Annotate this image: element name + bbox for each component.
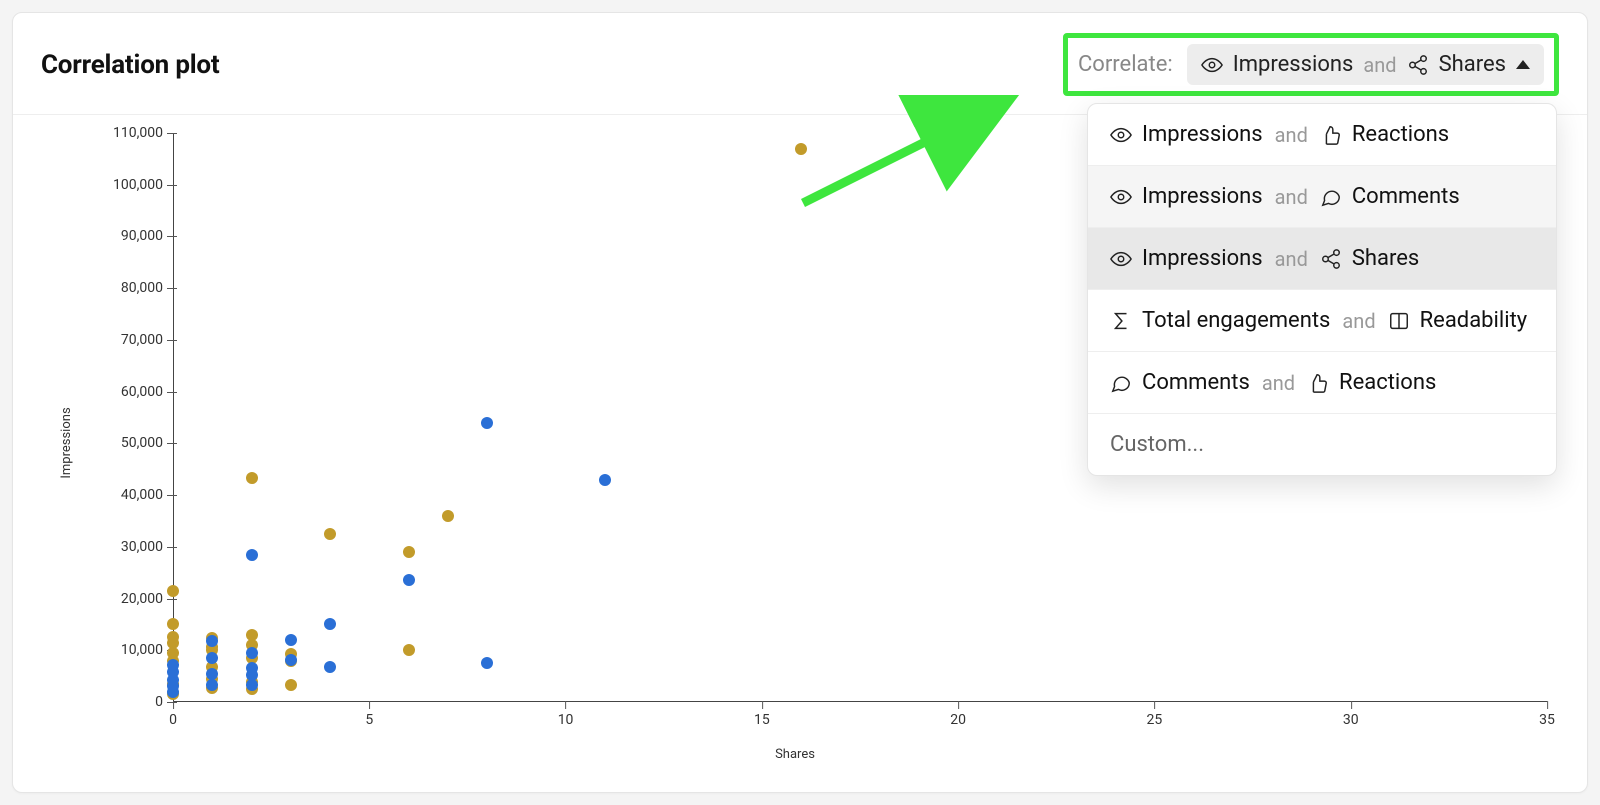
dropdown-option-impressions-comments[interactable]: Impressions and Comments (1088, 166, 1556, 228)
chevron-up-icon (1516, 60, 1530, 69)
selector-label: Correlate: (1078, 52, 1173, 77)
x-tick: 5 (365, 712, 373, 728)
sigma-icon (1110, 310, 1132, 332)
card-header: Correlation plot Correlate: Impressions … (13, 13, 1587, 115)
correlate-selector-highlight: Correlate: Impressions and Shares (1063, 33, 1559, 96)
data-point (167, 647, 179, 659)
data-point (285, 654, 297, 666)
data-point (324, 661, 336, 673)
dropdown-option-engagements-readability[interactable]: Total engagements and Readability (1088, 290, 1556, 352)
x-tick: 30 (1343, 712, 1359, 728)
x-tick: 15 (754, 712, 770, 728)
data-point (246, 549, 258, 561)
data-point (481, 417, 493, 429)
dropdown-option-comments-reactions[interactable]: Comments and Reactions (1088, 352, 1556, 414)
option-label-a: Comments (1142, 370, 1250, 395)
and-text: and (1275, 123, 1308, 147)
y-tick: 60,000 (121, 384, 163, 400)
selected-metric-b: Shares (1439, 52, 1506, 77)
y-tick: 30,000 (121, 539, 163, 555)
y-tick: 20,000 (121, 591, 163, 607)
x-tick: 0 (169, 712, 177, 728)
thumbs-up-icon (1307, 372, 1329, 394)
share-icon (1320, 248, 1342, 270)
data-point (246, 679, 258, 691)
option-label-b: Reactions (1352, 122, 1449, 147)
y-tick: 80,000 (121, 280, 163, 296)
selected-metric-a: Impressions (1233, 52, 1354, 77)
y-tick: 90,000 (121, 228, 163, 244)
data-point (167, 585, 179, 597)
y-axis-label: Impressions (59, 407, 74, 478)
x-axis (173, 701, 1547, 702)
and-text: and (1342, 309, 1375, 333)
comment-icon (1320, 186, 1342, 208)
x-tick: 20 (950, 712, 966, 728)
and-text: and (1275, 185, 1308, 209)
data-point (324, 618, 336, 630)
x-tick: 10 (558, 712, 574, 728)
dropdown-option-impressions-shares[interactable]: Impressions and Shares (1088, 228, 1556, 290)
data-point (246, 647, 258, 659)
data-point (403, 546, 415, 558)
eye-icon (1201, 54, 1223, 76)
data-point (481, 657, 493, 669)
and-text: and (1275, 247, 1308, 271)
x-axis-label: Shares (775, 747, 815, 762)
data-point (795, 143, 807, 155)
option-label-b: Reactions (1339, 370, 1436, 395)
data-point (599, 474, 611, 486)
x-tick: 35 (1539, 712, 1555, 728)
option-label-b: Comments (1352, 184, 1460, 209)
y-tick: 100,000 (113, 177, 163, 193)
data-point (167, 659, 179, 671)
data-point (442, 510, 454, 522)
correlation-card: Correlation plot Correlate: Impressions … (12, 12, 1588, 793)
data-point (206, 668, 218, 680)
x-tick: 25 (1147, 712, 1163, 728)
data-point (246, 629, 258, 641)
data-point (167, 618, 179, 630)
option-label-a: Impressions (1142, 122, 1263, 147)
option-label-b: Readability (1420, 308, 1528, 333)
comment-icon (1110, 372, 1132, 394)
eye-icon (1110, 124, 1132, 146)
data-point (246, 662, 258, 674)
correlate-dropdown-menu: Impressions and Reactions Impressions an… (1087, 103, 1557, 476)
correlate-dropdown-trigger[interactable]: Impressions and Shares (1187, 44, 1544, 85)
data-point (403, 644, 415, 656)
data-point (246, 472, 258, 484)
option-label-a: Impressions (1142, 184, 1263, 209)
share-icon (1407, 54, 1429, 76)
y-tick: 40,000 (121, 487, 163, 503)
dropdown-option-custom[interactable]: Custom... (1088, 414, 1556, 475)
page-title: Correlation plot (41, 50, 220, 80)
and-text: and (1363, 53, 1396, 77)
data-point (285, 634, 297, 646)
y-tick: 0 (155, 694, 163, 710)
eye-icon (1110, 248, 1132, 270)
y-tick: 50,000 (121, 435, 163, 451)
dropdown-option-impressions-reactions[interactable]: Impressions and Reactions (1088, 104, 1556, 166)
y-tick: 70,000 (121, 332, 163, 348)
custom-label: Custom... (1110, 432, 1204, 457)
and-text: and (1262, 371, 1295, 395)
eye-icon (1110, 186, 1132, 208)
thumbs-up-icon (1320, 124, 1342, 146)
data-point (403, 574, 415, 586)
y-tick: 110,000 (113, 125, 163, 141)
option-label-a: Total engagements (1142, 308, 1330, 333)
option-label-a: Impressions (1142, 246, 1263, 271)
data-point (285, 679, 297, 691)
y-tick: 10,000 (121, 642, 163, 658)
option-label-b: Shares (1352, 246, 1419, 271)
readability-icon (1388, 310, 1410, 332)
data-point (324, 528, 336, 540)
y-axis (173, 133, 174, 702)
